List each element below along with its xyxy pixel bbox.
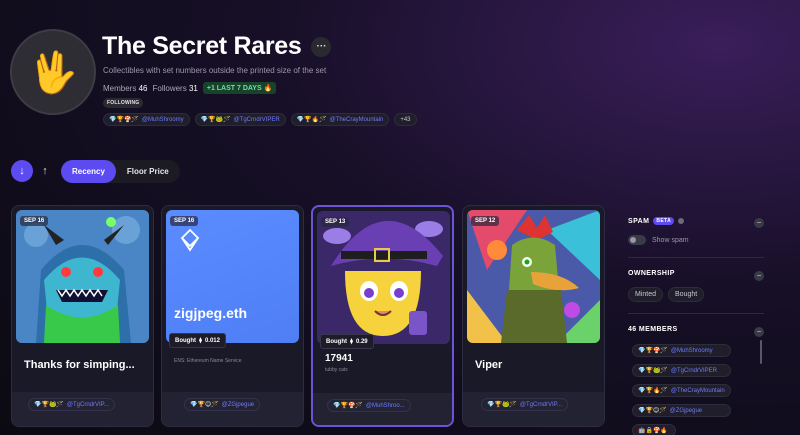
eth-icon: ⧫ [350,339,353,345]
nft-name: 17941 [325,353,353,364]
spam-toggle-row: Show spam [628,235,768,245]
member-pill[interactable]: 💎🏆🍄🪄 @MuhShroomy [103,113,190,126]
arrow-down-icon: ↓ [19,165,25,177]
title-row: The Secret Rares ··· [102,32,332,61]
owner-pill[interactable]: 💎🏆🐸🪄 @TgCrndrVIP... [481,398,568,411]
nft-card[interactable]: zigjpeg.eth SEP 16 Bought ⧫ 0.012 ENS: Eth… [161,205,304,427]
show-spam-label: Show spam [652,236,689,244]
date-badge: SEP 13 [321,217,350,227]
spam-section: SPAM BETA − Show spam [628,217,768,245]
collection-description: Collectibles with set numbers outside th… [103,66,327,75]
nft-image: zigjpeg.eth [166,210,299,343]
date-badge: SEP 16 [170,216,199,226]
nft-collection: ENS: Ethereum Name Service [174,358,242,364]
info-icon[interactable] [678,218,685,224]
nft-card[interactable]: SEP 16 Thanks for simping... 💎🏆🐸🪄 @TgCrnd… [11,205,154,427]
price-badge: Bought ⧫ 0.29 [320,334,374,349]
sort-descending-button[interactable]: ↓ [11,160,33,182]
member-pill[interactable]: 💎🏆🔥🪄 @TheCrayMountain [290,113,390,126]
members-scrollbar[interactable] [760,340,762,364]
collapse-icon[interactable]: − [754,218,764,228]
more-members-pill[interactable]: +43 [394,113,417,126]
nft-card[interactable]: SEP 12 Viper 💎🏆🐸🪄 @TgCrndrVIP... [462,205,605,427]
collection-avatar: 🖖 [10,29,96,115]
page-title: The Secret Rares [102,32,302,60]
ownership-filters: Minted Bought [628,287,768,302]
members-stat[interactable]: Members 46 [103,84,147,93]
date-badge: SEP 16 [20,216,49,226]
members-section: 46 MEMBERS − [628,326,768,337]
member-pill[interactable]: 💎🏆😊🪄 @ZGjpegue [632,404,731,417]
members-list: 💎🏆🍄🪄 @MuhShroomy 💎🏆🐸🪄 @TgCrndrVIPER 💎🏆🔥🪄 @T… [632,344,731,435]
arrow-up-icon: ↑ [42,165,48,177]
nft-image [467,210,600,343]
price-badge: Bought ⧫ 0.012 [169,333,226,348]
owner-pill[interactable]: 💎🏆🍄🪄 @MuhShroo... [327,399,411,412]
collection-stats: Members 46 Followers 31 +1 LAST 7 DAYS 🔥 [103,82,277,94]
show-spam-toggle[interactable] [628,235,646,245]
followers-stat[interactable]: Followers 31 [152,84,197,93]
member-pill[interactable]: 💎🏆🐸🪄 @TgCrndrVIPER [632,364,731,377]
nft-image [317,211,450,344]
following-badge[interactable]: FOLLOWING [103,98,144,108]
more-options-button[interactable]: ··· [311,36,332,57]
date-badge: SEP 12 [471,216,500,226]
spam-heading: SPAM BETA [628,217,768,225]
tab-recency[interactable]: Recency [61,160,116,183]
divider [628,313,764,314]
members-heading: 46 MEMBERS [628,326,678,333]
ownership-heading: OWNERSHIP [628,270,675,277]
nft-card[interactable]: SEP 13 Bought ⧫ 0.29 17941 tubby cats 💎🏆🍄🪄… [311,205,454,427]
top-members-row: 💎🏆🍄🪄 @MuhShroomy 💎🏆🐸🪄 @TgCrndrVIPER 💎🏆🔥🪄 @T… [103,113,417,126]
eth-icon: ⧫ [199,338,202,344]
collapse-icon[interactable]: − [754,327,764,337]
member-pill-partial[interactable]: 🤖🔒🍄🔥 [632,424,676,435]
beta-badge: BETA [653,217,675,225]
nft-name: Viper [475,359,503,371]
sort-tabs: Recency Floor Price [61,160,180,183]
tab-floor-price[interactable]: Floor Price [116,160,180,183]
growth-badge: +1 LAST 7 DAYS 🔥 [202,82,277,94]
divider [628,257,764,258]
owner-pill[interactable]: 💎🏆🐸🪄 @TgCrndrVIP... [28,398,115,411]
collapse-icon[interactable]: − [754,271,764,281]
nft-collection: tubby cats [325,367,348,373]
vulcan-salute-icon: 🖖 [28,50,78,95]
nft-name: Thanks for simping... [24,359,135,371]
sort-ascending-button[interactable]: ↑ [36,162,54,180]
nft-image [16,210,149,343]
filter-bought[interactable]: Bought [668,287,705,302]
ens-name-text: zigjpeg.eth [174,305,248,321]
filter-minted[interactable]: Minted [628,287,664,302]
member-pill[interactable]: 💎🏆🔥🪄 @TheCrayMountain [632,384,731,397]
member-pill[interactable]: 💎🏆🍄🪄 @MuhShroomy [632,344,731,357]
ownership-section: OWNERSHIP − Minted Bought [628,270,768,302]
owner-pill[interactable]: 💎🏆😊🪄 @ZGjpegue [184,398,261,411]
member-pill[interactable]: 💎🏆🐸🪄 @TgCrndrVIPER [194,113,286,126]
